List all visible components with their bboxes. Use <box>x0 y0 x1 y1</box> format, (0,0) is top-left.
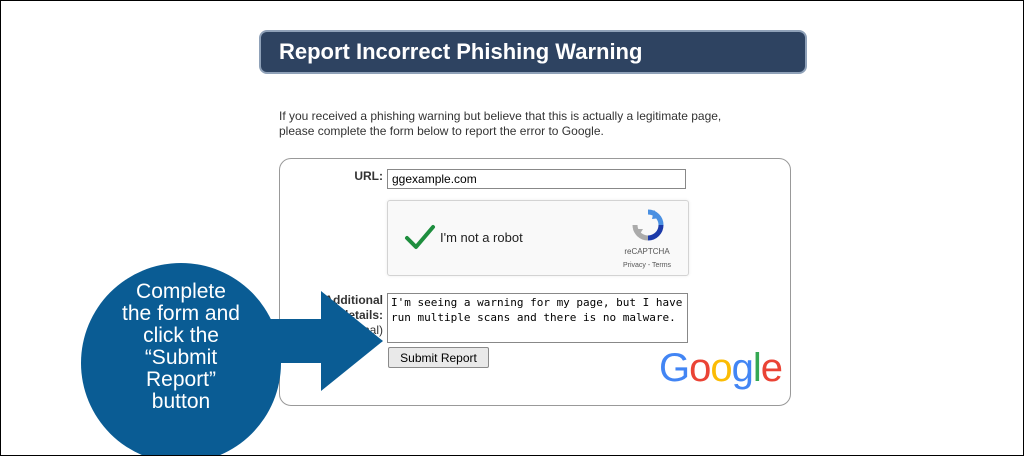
callout-line: the form and <box>122 302 240 325</box>
page-title: Report Incorrect Phishing Warning <box>259 30 807 74</box>
callout-line: Report” <box>145 368 217 391</box>
recaptcha-brand: reCAPTCHA <box>624 247 670 256</box>
google-logo-letter: o <box>710 346 732 390</box>
url-label: URL: <box>354 169 383 183</box>
intro-line-2: please complete the form below to report… <box>279 124 604 138</box>
callout-line: Complete <box>136 280 226 303</box>
callout-line: click the <box>143 324 219 347</box>
google-logo-letter: o <box>689 346 711 390</box>
url-input[interactable] <box>387 169 686 189</box>
intro-line-1: If you received a phishing warning but b… <box>279 109 722 123</box>
recaptcha-widget[interactable]: I'm not a robot reCAPTCHA Privacy - Term… <box>387 200 689 276</box>
google-logo-letter: l <box>752 346 762 390</box>
callout-line: “Submit <box>144 346 218 369</box>
recaptcha-privacy-terms[interactable]: Privacy - Terms <box>612 262 682 269</box>
screenshot-frame: Report Incorrect Phishing Warning If you… <box>0 0 1024 456</box>
checkmark-icon[interactable] <box>404 223 436 251</box>
google-logo: Google <box>659 343 783 393</box>
callout-text: Complete the form and click the “Submit … <box>91 281 271 413</box>
google-logo-letter: e <box>760 346 783 390</box>
recaptcha-label: I'm not a robot <box>440 230 523 245</box>
callout-line: button <box>151 390 211 413</box>
submit-report-button[interactable]: Submit Report <box>388 347 489 368</box>
callout-arrow-icon <box>261 291 383 391</box>
google-logo-text: Google <box>659 346 783 390</box>
recaptcha-logo-icon <box>632 209 664 241</box>
intro-text: If you received a phishing warning but b… <box>279 109 799 139</box>
details-textarea[interactable]: I'm seeing a warning for my page, but I … <box>387 293 688 343</box>
google-logo-letter: g <box>731 346 754 390</box>
google-logo-letter: G <box>659 346 690 390</box>
